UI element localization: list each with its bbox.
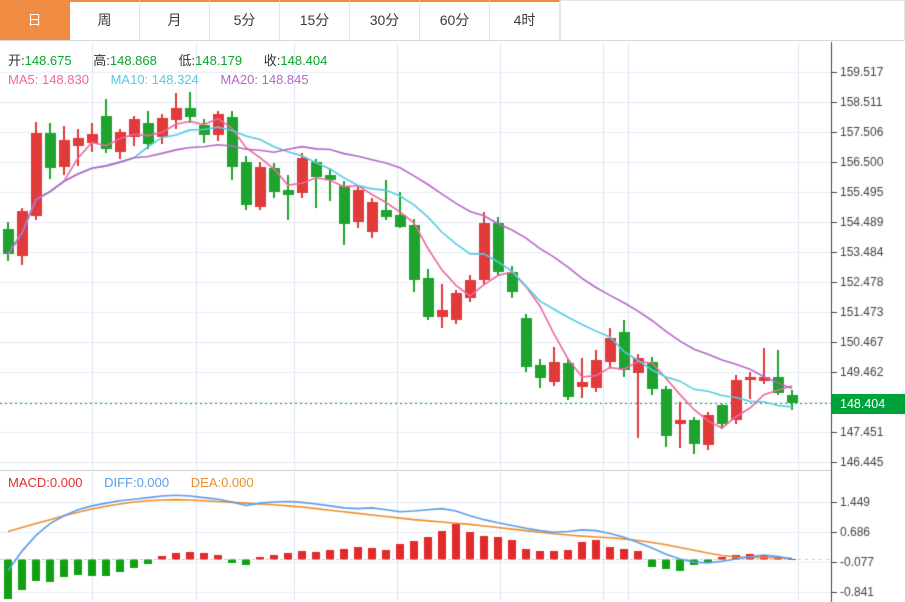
ohlc-low: 低:148.179 bbox=[178, 53, 243, 68]
tab-60min[interactable]: 60分 bbox=[420, 0, 490, 41]
macd-readout: MACD:0.000 DIFF:0.000 DEA:0.000 bbox=[8, 475, 272, 490]
tab-30min[interactable]: 30分 bbox=[350, 0, 420, 41]
macd-value: MACD:0.000 bbox=[8, 475, 83, 490]
tab-4hour[interactable]: 4时 bbox=[490, 0, 560, 41]
diff-value: DIFF:0.000 bbox=[104, 475, 170, 490]
price-macd-chart-canvas[interactable] bbox=[0, 41, 905, 602]
ma5-readout: MA5: 148.830 bbox=[8, 72, 89, 87]
ohlc-close: 收:148.404 bbox=[263, 53, 328, 68]
tab-5min[interactable]: 5分 bbox=[210, 0, 280, 41]
ma10-readout: MA10: 148.324 bbox=[110, 72, 199, 87]
tabbar-empty-space bbox=[560, 0, 905, 41]
ohlc-readout: 开:148.675 高:148.868 低:148.179 收:148.404 bbox=[8, 50, 345, 69]
tab-month[interactable]: 月 bbox=[140, 0, 210, 41]
ma20-readout: MA20: 148.845 bbox=[220, 72, 309, 87]
ohlc-open: 开:148.675 bbox=[8, 53, 72, 68]
chart-area: 开:148.675 高:148.868 低:148.179 收:148.404 … bbox=[0, 41, 905, 602]
tab-15min[interactable]: 15分 bbox=[280, 0, 350, 41]
current-price-badge: 148.404 bbox=[831, 394, 905, 414]
ma-readout: MA5: 148.830 MA10: 148.324 MA20: 148.845 bbox=[8, 72, 327, 87]
dea-value: DEA:0.000 bbox=[190, 475, 254, 490]
tab-week[interactable]: 周 bbox=[70, 0, 140, 41]
tab-day[interactable]: 日 bbox=[0, 0, 70, 41]
interval-tabbar: 日 周 月 5分 15分 30分 60分 4时 bbox=[0, 0, 905, 41]
ohlc-high: 高:148.868 bbox=[93, 53, 157, 68]
